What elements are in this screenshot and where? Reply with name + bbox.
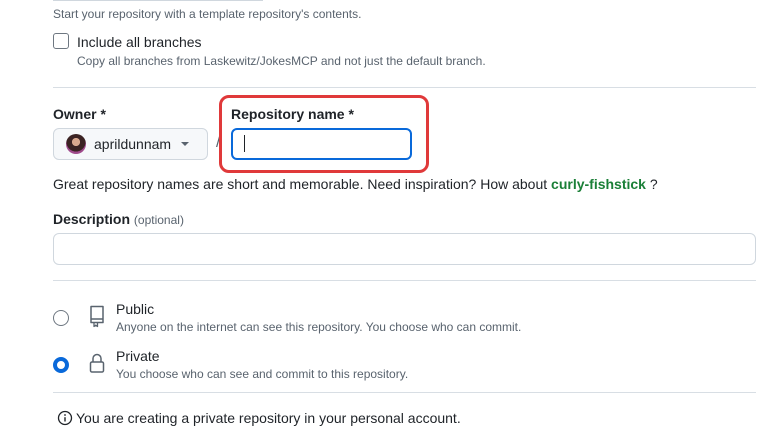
info-message: You are creating a private repository in… bbox=[76, 410, 461, 426]
chevron-down-icon bbox=[181, 142, 190, 146]
private-title[interactable]: Private bbox=[116, 348, 160, 364]
highlight-annotation bbox=[219, 95, 429, 173]
owner-dropdown[interactable]: aprildunnam bbox=[53, 128, 208, 160]
owner-label: Owner * bbox=[53, 106, 106, 122]
public-title[interactable]: Public bbox=[116, 301, 154, 317]
name-hint: Great repository names are short and mem… bbox=[53, 176, 658, 192]
include-all-branches-label[interactable]: Include all branches bbox=[77, 34, 202, 50]
description-label-text: Description bbox=[53, 211, 131, 227]
repo-icon bbox=[90, 305, 104, 328]
public-description: Anyone on the internet can see this repo… bbox=[116, 320, 522, 334]
top-divider bbox=[53, 0, 263, 1]
section-divider bbox=[53, 87, 756, 88]
include-all-branches-checkbox[interactable] bbox=[53, 33, 69, 49]
name-hint-suffix: ? bbox=[645, 176, 658, 192]
optional-hint: (optional) bbox=[133, 213, 184, 227]
section-divider bbox=[53, 280, 756, 281]
name-suggestion-link[interactable]: curly-fishstick bbox=[551, 176, 646, 192]
template-hint: Start your repository with a template re… bbox=[53, 7, 362, 21]
description-label: Description (optional) bbox=[53, 211, 184, 227]
include-all-branches-hint: Copy all branches from Laskewitz/JokesMC… bbox=[77, 54, 486, 68]
lock-icon bbox=[89, 353, 105, 373]
public-radio[interactable] bbox=[53, 310, 69, 326]
info-icon bbox=[57, 410, 73, 426]
description-input[interactable] bbox=[53, 233, 756, 265]
section-divider bbox=[53, 392, 756, 393]
avatar bbox=[66, 134, 86, 154]
private-description: You choose who can see and commit to thi… bbox=[116, 367, 409, 381]
private-radio[interactable] bbox=[53, 357, 69, 373]
name-hint-prefix: Great repository names are short and mem… bbox=[53, 176, 548, 192]
owner-name: aprildunnam bbox=[94, 136, 172, 152]
